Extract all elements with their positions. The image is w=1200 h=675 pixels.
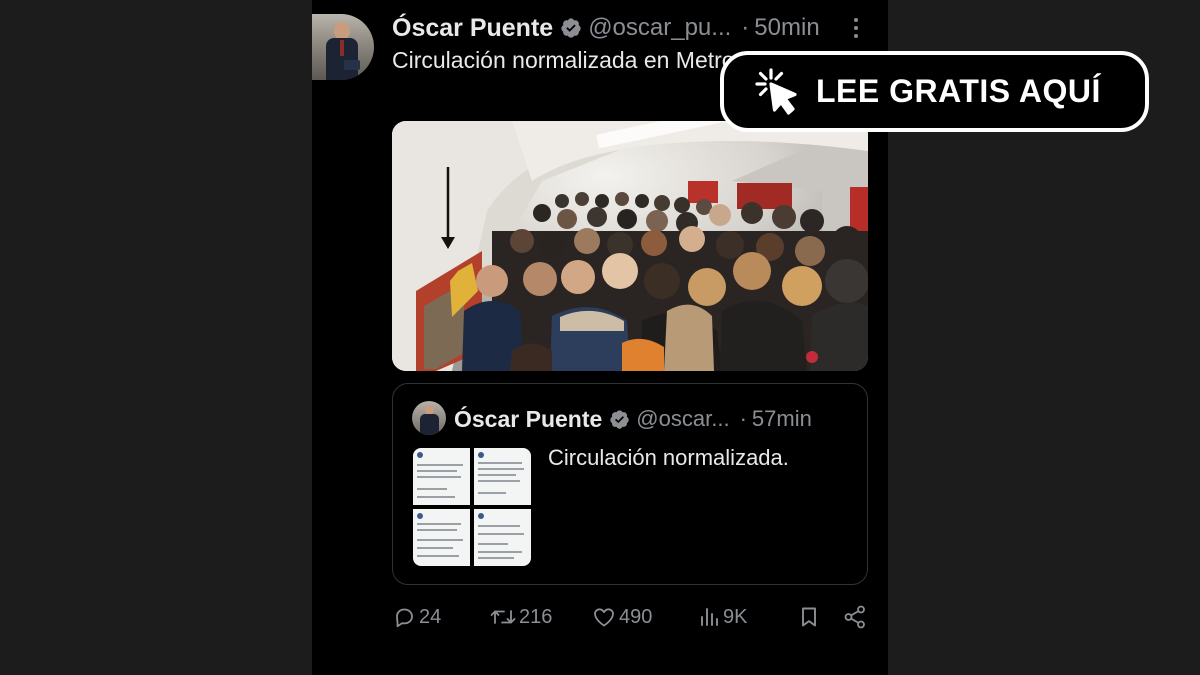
quoted-image-thumb[interactable] xyxy=(413,448,470,505)
share-button[interactable] xyxy=(842,600,868,634)
views-chart-icon xyxy=(698,605,720,629)
heart-icon xyxy=(592,605,616,629)
separator: · xyxy=(739,406,747,431)
bookmark-button[interactable] xyxy=(797,600,821,634)
quoted-image-thumb[interactable] xyxy=(474,509,531,566)
quoted-author-name[interactable]: Óscar Puente xyxy=(454,406,602,433)
quoted-tweet-header: Óscar Puente @oscar... · 57min xyxy=(454,404,812,434)
quoted-tweet-time[interactable]: 57min xyxy=(752,406,812,432)
tweet-time[interactable]: 50min xyxy=(754,14,819,42)
reply-count: 24 xyxy=(419,605,442,628)
cta-label: LEE GRATIS AQUÍ xyxy=(816,73,1101,109)
reply-button[interactable]: 24 xyxy=(392,600,441,634)
quoted-image-grid[interactable] xyxy=(413,448,531,566)
views-button[interactable]: 9K xyxy=(698,600,747,634)
quoted-author-avatar[interactable] xyxy=(412,401,446,435)
reply-icon xyxy=(392,605,416,629)
quoted-image-thumb[interactable] xyxy=(474,448,531,505)
retweet-count: 216 xyxy=(519,605,553,628)
like-count: 490 xyxy=(619,605,653,628)
author-handle[interactable]: @oscar_pu... xyxy=(588,14,731,42)
retweet-icon xyxy=(490,605,516,629)
tweet-header: Óscar Puente @oscar_pu... · 50min xyxy=(392,12,820,44)
bookmark-icon xyxy=(797,605,821,629)
quoted-tweet-text: Circulación normalizada. xyxy=(548,445,789,470)
author-avatar[interactable] xyxy=(312,14,374,80)
share-icon xyxy=(842,604,868,630)
read-free-cta-button[interactable]: LEE GRATIS AQUÍ xyxy=(720,51,1149,132)
separator: · xyxy=(741,14,750,41)
tweet-actions: 24 216 490 9K xyxy=(392,600,868,634)
views-count: 9K xyxy=(723,605,748,628)
tweet-photo[interactable] xyxy=(392,121,868,371)
verified-badge-icon xyxy=(560,17,582,39)
author-name[interactable]: Óscar Puente xyxy=(392,14,553,43)
quoted-image-thumb[interactable] xyxy=(413,509,470,566)
like-button[interactable]: 490 xyxy=(592,600,652,634)
retweet-button[interactable]: 216 xyxy=(490,600,552,634)
quoted-author-handle[interactable]: @oscar... xyxy=(636,406,729,432)
quoted-tweet[interactable]: Óscar Puente @oscar... · 57min Circulaci… xyxy=(392,383,868,585)
verified-badge-icon xyxy=(609,409,630,430)
cursor-click-icon xyxy=(750,65,804,119)
more-dots-icon[interactable] xyxy=(848,16,864,40)
